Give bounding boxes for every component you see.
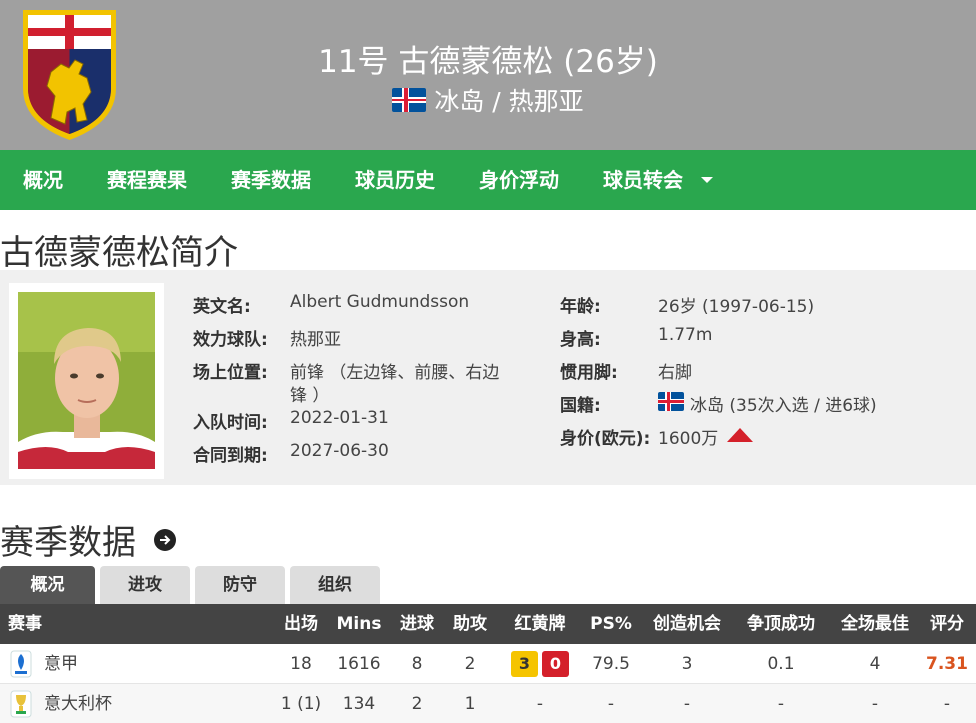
tab-overview[interactable]: 概况: [0, 566, 95, 604]
main-nav: 概况 赛程赛果 赛季数据 球员历史 身价浮动 球员转会: [0, 150, 976, 210]
aerial: 0.1: [767, 654, 795, 674]
nav-season-stats[interactable]: 赛季数据: [209, 150, 333, 210]
value-up-icon: [727, 428, 753, 442]
ps: 79.5: [592, 654, 630, 674]
season-title: 赛季数据: [0, 515, 176, 564]
value-position: 前锋 （左边锋、前腰、右边: [290, 363, 500, 383]
aerial: -: [777, 694, 785, 714]
player-subtitle: 冰岛 / 热那亚: [0, 82, 976, 118]
nationality-team: 冰岛 / 热那亚: [434, 87, 584, 116]
season-tabs: 概况 进攻 防守 组织: [0, 566, 380, 604]
apps: 1 (1): [280, 694, 322, 714]
player-header: 11号 古德蒙德松 (26岁) 冰岛 / 热那亚: [0, 0, 976, 150]
assists: 1: [464, 694, 476, 714]
intro-title: 古德蒙德松简介: [0, 233, 238, 273]
label-age: 年龄:: [560, 297, 601, 317]
profile-card: 英文名: Albert Gudmundsson 效力球队: 热那亚 场上位置: …: [0, 270, 976, 485]
chances: -: [683, 694, 691, 714]
goals: 2: [411, 694, 423, 714]
yellow-card-count: 3: [511, 651, 538, 677]
label-nationality: 国籍:: [560, 396, 601, 416]
mins: 1616: [337, 654, 381, 674]
value-english-name: Albert Gudmundsson: [290, 292, 470, 312]
value-height: 1.77m: [658, 325, 713, 345]
red-card-count: 0: [542, 651, 569, 677]
player-photo-frame: [9, 283, 164, 479]
comp-name: 意甲: [44, 654, 78, 674]
nav-transfers[interactable]: 球员转会: [581, 150, 735, 210]
arrow-right-icon[interactable]: [154, 528, 176, 551]
col-ps[interactable]: PS%: [582, 604, 640, 644]
mins: 134: [342, 694, 376, 714]
label-foot: 惯用脚:: [560, 363, 618, 383]
col-apps[interactable]: 出场: [272, 604, 330, 644]
rating: 7.31: [926, 654, 968, 674]
coppa-italia-logo: [10, 690, 32, 718]
cards: 30: [503, 644, 577, 684]
label-contract: 合同到期:: [193, 446, 268, 466]
value-nationality: 冰岛 (35次入选 / 进6球): [690, 396, 877, 416]
tab-attack[interactable]: 进攻: [100, 566, 190, 604]
stats-table-header: 赛事 出场 Mins 进球 助攻 红黄牌 PS% 创造机会 争顶成功 全场最佳 …: [0, 604, 976, 644]
col-assists[interactable]: 助攻: [441, 604, 499, 644]
chevron-down-icon: [701, 176, 713, 183]
player-photo: [18, 292, 155, 469]
iceland-flag-icon: [658, 392, 684, 411]
col-rating[interactable]: 评分: [922, 604, 972, 644]
label-market-value: 身价(欧元):: [560, 429, 651, 449]
label-position: 场上位置:: [193, 363, 268, 383]
assists: 2: [464, 654, 476, 674]
nav-transfers-label: 球员转会: [603, 168, 683, 192]
player-title: 11号 古德蒙德松 (26岁): [318, 44, 658, 80]
col-mins[interactable]: Mins: [330, 604, 388, 644]
comp-name: 意大利杯: [44, 694, 112, 714]
value-joined: 2022-01-31: [290, 408, 389, 428]
tab-organize[interactable]: 组织: [290, 566, 380, 604]
nav-overview[interactable]: 概况: [0, 150, 85, 210]
nav-fixtures[interactable]: 赛程赛果: [85, 150, 209, 210]
motm: 4: [869, 654, 881, 674]
col-motm[interactable]: 全场最佳: [828, 604, 922, 644]
season-title-text: 赛季数据: [0, 523, 136, 563]
label-team: 效力球队:: [193, 330, 268, 350]
nav-market-value[interactable]: 身价浮动: [457, 150, 581, 210]
rating: -: [943, 694, 951, 714]
cards: -: [536, 694, 544, 714]
label-joined: 入队时间:: [193, 413, 268, 433]
label-english-name: 英文名:: [193, 297, 251, 317]
col-cards[interactable]: 红黄牌: [503, 604, 577, 644]
value-market-value: 1600万: [658, 429, 719, 449]
iceland-flag-icon: [392, 88, 427, 112]
serie-a-logo: [10, 650, 32, 678]
label-height: 身高:: [560, 330, 601, 350]
value-contract: 2027-06-30: [290, 441, 389, 461]
value-foot: 右脚: [658, 363, 692, 383]
col-chances[interactable]: 创造机会: [640, 604, 734, 644]
goals: 8: [411, 654, 423, 674]
table-row[interactable]: 意甲 18 1616 8 2 30 79.5 3 0.1 4 7.31: [0, 644, 976, 684]
ps: -: [607, 694, 615, 714]
chances: 3: [681, 654, 693, 674]
col-goals[interactable]: 进球: [388, 604, 446, 644]
col-aerial[interactable]: 争顶成功: [734, 604, 828, 644]
value-team: 热那亚: [290, 330, 341, 350]
apps: 18: [290, 654, 312, 674]
value-age: 26岁 (1997-06-15): [658, 297, 815, 317]
motm: -: [871, 694, 879, 714]
value-position-line2: 锋 ）: [290, 386, 330, 406]
col-competition[interactable]: 赛事: [8, 604, 42, 644]
table-row[interactable]: 意大利杯 1 (1) 134 2 1 - - - - - -: [0, 684, 976, 723]
tab-defense[interactable]: 防守: [195, 566, 285, 604]
nav-history[interactable]: 球员历史: [333, 150, 457, 210]
